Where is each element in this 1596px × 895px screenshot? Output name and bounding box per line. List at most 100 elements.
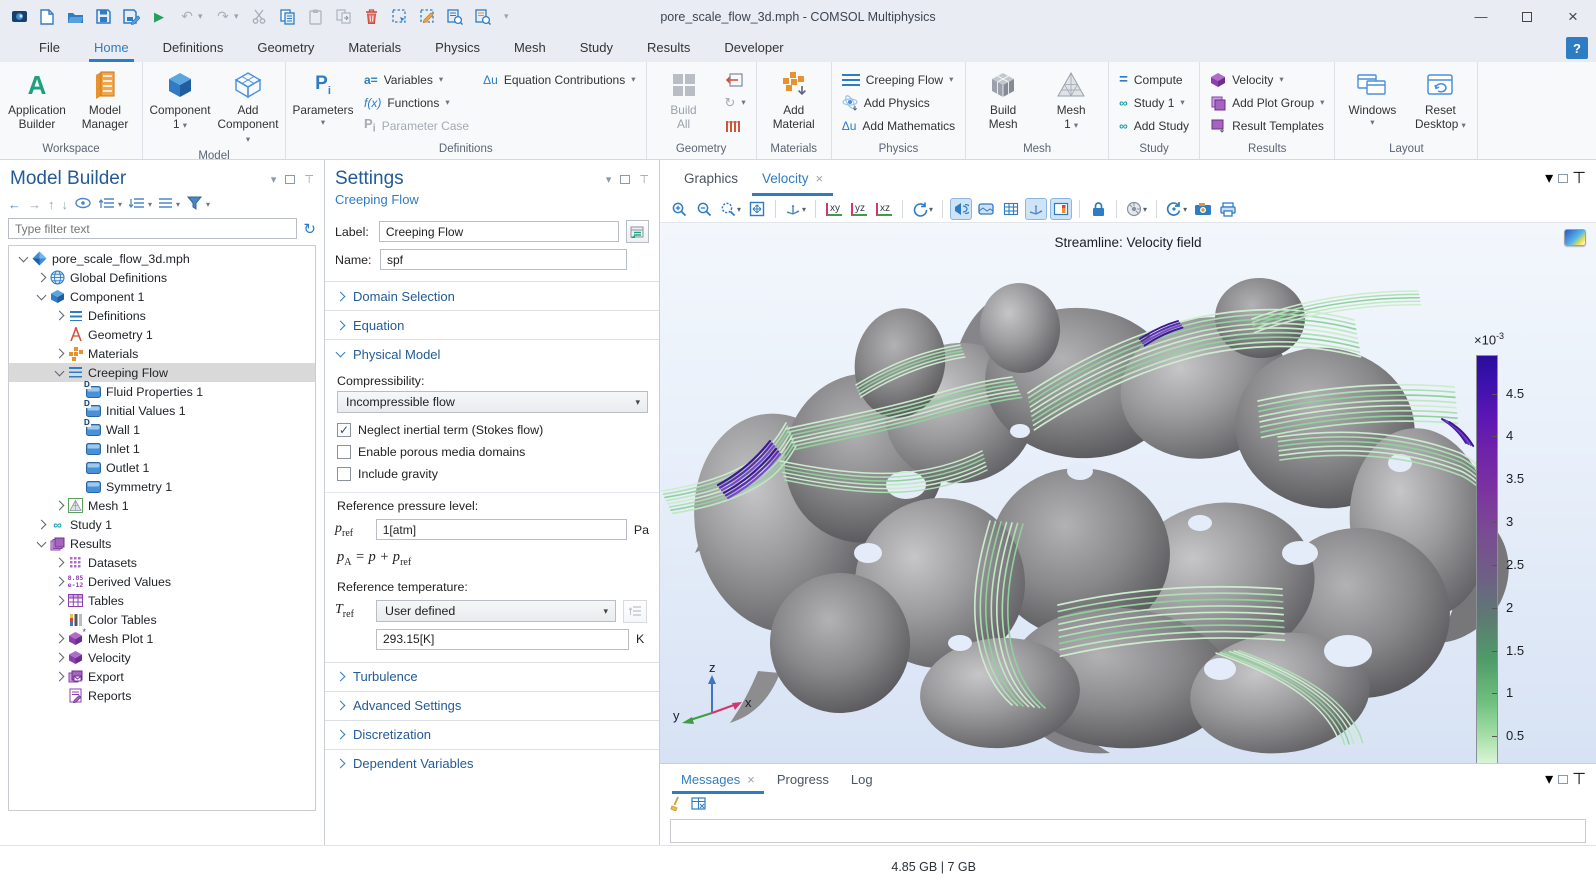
section-dependent-variables[interactable]: Dependent Variables <box>325 749 659 778</box>
tree-item[interactable]: Inlet 1 <box>9 439 315 458</box>
tab-results[interactable]: Results <box>630 33 707 62</box>
expand-all-button[interactable] <box>129 197 145 213</box>
tab-definitions[interactable]: Definitions <box>146 33 241 62</box>
copy-button[interactable] <box>274 5 300 29</box>
tab-materials[interactable]: Materials <box>331 33 418 62</box>
help-button[interactable]: ? <box>1566 37 1588 59</box>
chevron-right-icon[interactable] <box>55 349 65 359</box>
zoom-box-button[interactable]: ▾ <box>718 198 743 220</box>
chevron-right-icon[interactable] <box>37 273 47 283</box>
toolbar-overflow-icon[interactable]: ▾ <box>504 11 514 22</box>
tab-home[interactable]: Home <box>77 33 146 62</box>
tree-item[interactable]: Velocity <box>9 648 315 667</box>
reset-desktop-button[interactable]: Reset Desktop ▾ <box>1408 67 1472 134</box>
import-geometry-button[interactable] <box>720 68 751 91</box>
filter-button[interactable] <box>187 196 203 213</box>
tab-study[interactable]: Study <box>563 33 630 62</box>
chevron-right-icon[interactable] <box>55 634 65 644</box>
collapse-all-button[interactable] <box>99 197 115 213</box>
panel-float-icon[interactable] <box>1558 174 1568 183</box>
panel-float-icon[interactable] <box>1558 775 1568 784</box>
chevron-down-icon[interactable] <box>55 366 65 376</box>
undo-caret-icon[interactable]: ▾ <box>198 11 208 22</box>
preview-all-button[interactable] <box>470 5 496 29</box>
messages-output[interactable] <box>670 819 1586 843</box>
equation-contributions-button[interactable]: ΔuEquation Contributions▾ <box>478 68 640 91</box>
parameters-button[interactable]: Pi Parameters ▾ <box>291 67 355 128</box>
chevron-down-icon[interactable] <box>37 537 47 547</box>
undo-button[interactable]: ↶ <box>174 5 200 29</box>
forward-button[interactable]: → <box>28 197 41 212</box>
tab-developer[interactable]: Developer <box>707 33 800 62</box>
tree-item[interactable]: ∞Study 1 <box>9 515 315 534</box>
chevron-right-icon[interactable] <box>55 501 65 511</box>
tree-item[interactable]: DInitial Values 1 <box>9 401 315 420</box>
chevron-right-icon[interactable] <box>55 596 65 606</box>
chevron-right-icon[interactable] <box>55 311 65 321</box>
mesh-1-button[interactable]: Mesh 1 ▾ <box>1039 67 1103 134</box>
select-region-button[interactable] <box>386 5 412 29</box>
move-down-button[interactable]: ↓ <box>62 197 69 212</box>
paste-button[interactable] <box>302 5 328 29</box>
temperature-list-button[interactable] <box>623 600 647 623</box>
chevron-right-icon[interactable] <box>55 558 65 568</box>
tree-item[interactable]: DFluid Properties 1 <box>9 382 315 401</box>
label-options-button[interactable] <box>626 220 649 243</box>
tree-item[interactable]: Geometry 1 <box>9 325 315 344</box>
tree-item[interactable]: Results <box>9 534 315 553</box>
run-button[interactable]: ▶ <box>146 5 172 29</box>
panel-menu-icon[interactable]: ▾ <box>1545 170 1553 187</box>
tab-file[interactable]: File <box>22 33 77 62</box>
section-equation[interactable]: Equation <box>325 310 659 339</box>
ref-pressure-input[interactable] <box>376 519 627 540</box>
update-geometry-button[interactable]: ↻▾ <box>720 91 751 114</box>
view-xz-button[interactable]: xz <box>873 198 895 220</box>
tab-velocity[interactable]: Velocity× <box>750 160 835 196</box>
tab-close-icon[interactable]: × <box>816 171 824 186</box>
new-file-button[interactable] <box>34 5 60 29</box>
panel-menu-icon[interactable]: ▾ <box>271 173 277 186</box>
rotate-view-button[interactable]: ▾ <box>910 198 935 220</box>
tab-close-icon[interactable]: × <box>747 772 755 787</box>
print-button[interactable] <box>1217 198 1239 220</box>
add-plot-group-button[interactable]: Add Plot Group▾ <box>1205 91 1329 114</box>
ref-temperature-input[interactable] <box>376 629 629 650</box>
virtual-operations-button[interactable] <box>720 114 751 137</box>
graphics-options-button[interactable]: ▾ <box>1124 198 1149 220</box>
section-advanced-settings[interactable]: Advanced Settings <box>325 691 659 720</box>
tree-item[interactable]: DWall 1 <box>9 420 315 439</box>
preview-selection-button[interactable] <box>442 5 468 29</box>
back-button[interactable]: ← <box>8 197 21 212</box>
zoom-out-button[interactable] <box>693 198 715 220</box>
variables-button[interactable]: a=Variables▾ <box>359 68 474 91</box>
label-field[interactable] <box>379 221 619 242</box>
zoom-in-button[interactable] <box>668 198 690 220</box>
default-view-button[interactable]: ▾ <box>783 198 808 220</box>
study-1-button[interactable]: ∞Study 1▾ <box>1114 91 1194 114</box>
tree-item[interactable]: Mesh 1 <box>9 496 315 515</box>
scene-light-button[interactable] <box>950 198 972 220</box>
color-legend-button[interactable] <box>1050 198 1072 220</box>
chevron-right-icon[interactable] <box>55 672 65 682</box>
clear-messages-button[interactable] <box>670 796 683 816</box>
model-manager-button[interactable]: ModelManager <box>73 67 137 134</box>
tab-mesh[interactable]: Mesh <box>497 33 563 62</box>
save-as-button[interactable] <box>118 5 144 29</box>
add-physics-button[interactable]: Add Physics <box>837 91 960 114</box>
close-button[interactable]: × <box>1550 0 1596 33</box>
parameter-case-button[interactable]: PiParameter Case <box>359 114 474 137</box>
tree-item[interactable]: Global Definitions <box>9 268 315 287</box>
tab-graphics[interactable]: Graphics <box>672 160 750 196</box>
cut-button[interactable] <box>246 5 272 29</box>
panel-float-icon[interactable] <box>620 175 630 184</box>
ref-temperature-select[interactable]: User defined ▾ <box>376 600 616 622</box>
tab-messages[interactable]: Messages× <box>670 764 766 794</box>
update-plot-button[interactable]: ▾ <box>1164 198 1189 220</box>
show-axis-button[interactable] <box>1025 198 1047 220</box>
tab-physics[interactable]: Physics <box>418 33 497 62</box>
tree-item[interactable]: *Mesh Plot 1 <box>9 629 315 648</box>
section-domain-selection[interactable]: Domain Selection <box>325 281 659 310</box>
panel-menu-icon[interactable]: ▾ <box>1545 771 1553 788</box>
functions-button[interactable]: f(x)Functions▾ <box>359 91 474 114</box>
delete-button[interactable] <box>358 5 384 29</box>
